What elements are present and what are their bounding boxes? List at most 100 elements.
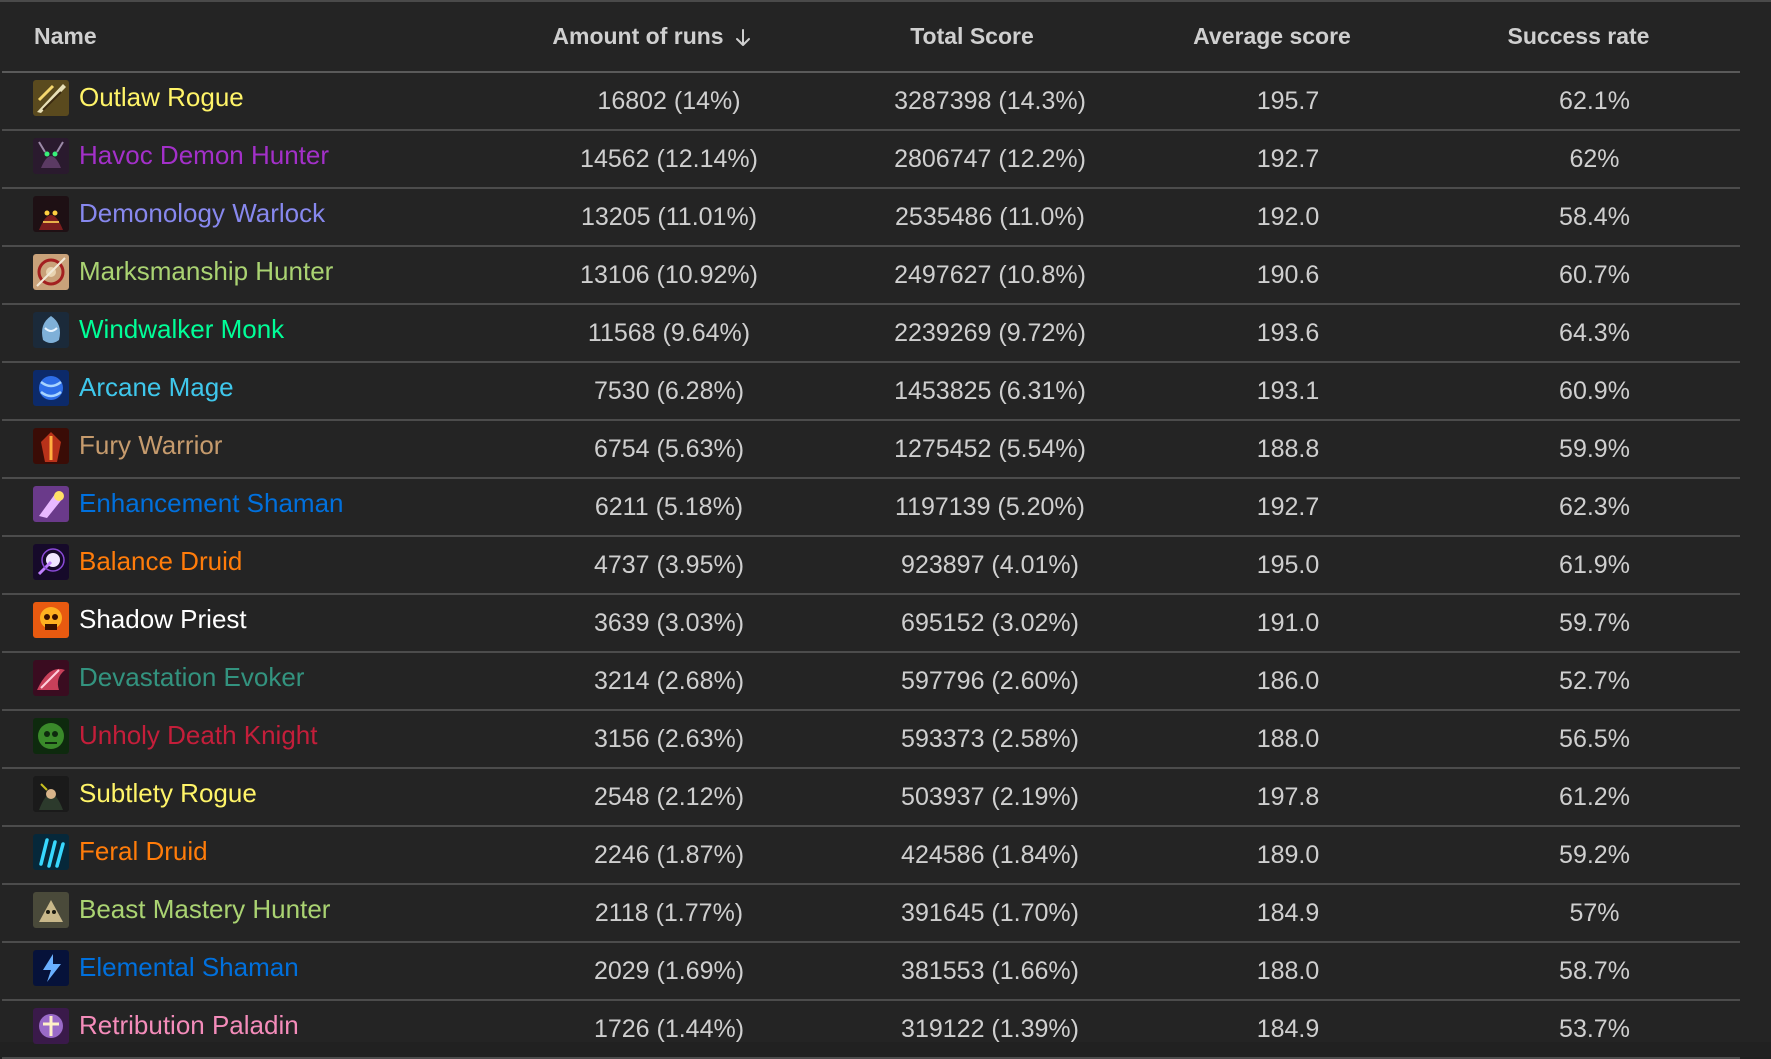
average-score-cell: 186.0	[1127, 652, 1417, 711]
shadow-priest-icon	[33, 601, 69, 638]
spec-name-cell: Devastation Evoker	[2, 652, 487, 711]
spec-name: Retribution Paladin	[79, 1010, 299, 1040]
spec-link[interactable]: Windwalker Monk	[33, 311, 285, 348]
runs-cell: 3214 (2.68%)	[487, 652, 817, 711]
column-header-success-rate-label: Success rate	[1507, 23, 1650, 49]
spec-name-cell: Beast Mastery Hunter	[2, 884, 487, 943]
elemental-shaman-icon	[33, 949, 69, 986]
total-score-cell: 2497627 (10.8%)	[817, 246, 1127, 305]
beast-mastery-hunter-icon	[33, 891, 69, 928]
spec-link[interactable]: Marksmanship Hunter	[33, 253, 334, 290]
header-row: Name Amount of runs Total Score Average …	[2, 2, 1740, 73]
spec-link[interactable]: Enhancement Shaman	[33, 485, 344, 522]
runs-cell: 6754 (5.63%)	[487, 420, 817, 479]
column-header-total-score[interactable]: Total Score	[817, 2, 1127, 73]
balance-druid-icon	[33, 543, 69, 580]
runs-cell: 6211 (5.18%)	[487, 478, 817, 537]
spec-link[interactable]: Fury Warrior	[33, 427, 223, 464]
spec-name-cell: Arcane Mage	[2, 362, 487, 421]
spec-name: Arcane Mage	[79, 372, 234, 402]
total-score-cell: 1453825 (6.31%)	[817, 362, 1127, 421]
table-row[interactable]: Devastation Evoker 3214 (2.68%) 597796 (2.…	[2, 652, 1740, 711]
unholy-death-knight-icon	[33, 717, 69, 754]
spec-link[interactable]: Elemental Shaman	[33, 949, 299, 986]
table-row[interactable]: Shadow Priest 3639 (3.03%) 695152 (3.02%) 1…	[2, 594, 1740, 653]
column-header-name[interactable]: Name	[2, 2, 487, 73]
spec-name: Fury Warrior	[79, 430, 223, 460]
table-row[interactable]: Windwalker Monk 11568 (9.64%) 2239269 (9.7…	[2, 304, 1740, 363]
spec-link[interactable]: Retribution Paladin	[33, 1007, 299, 1044]
table-row[interactable]: Unholy Death Knight 3156 (2.63%) 593373 (2…	[2, 710, 1740, 769]
runs-cell: 2548 (2.12%)	[487, 768, 817, 827]
success-rate-cell: 59.7%	[1417, 594, 1740, 653]
spec-name: Marksmanship Hunter	[79, 256, 334, 286]
spec-name-cell: Shadow Priest	[2, 594, 487, 653]
table-row[interactable]: Elemental Shaman 2029 (1.69%) 381553 (1.66…	[2, 942, 1740, 1001]
spec-link[interactable]: Havoc Demon Hunter	[33, 137, 329, 174]
spec-name: Beast Mastery Hunter	[79, 894, 331, 924]
spec-link[interactable]: Subtlety Rogue	[33, 775, 257, 812]
success-rate-cell: 62.3%	[1417, 478, 1740, 537]
average-score-cell: 193.1	[1127, 362, 1417, 421]
total-score-cell: 503937 (2.19%)	[817, 768, 1127, 827]
total-score-cell: 3287398 (14.3%)	[817, 72, 1127, 131]
spec-name: Windwalker Monk	[79, 314, 285, 344]
spec-link[interactable]: Outlaw Rogue	[33, 79, 244, 116]
marksmanship-hunter-icon	[33, 253, 69, 290]
total-score-cell: 1275452 (5.54%)	[817, 420, 1127, 479]
spec-link[interactable]: Shadow Priest	[33, 601, 247, 638]
total-score-cell: 695152 (3.02%)	[817, 594, 1127, 653]
spec-link[interactable]: Balance Druid	[33, 543, 242, 580]
success-rate-cell: 62.1%	[1417, 72, 1740, 131]
column-header-average-score[interactable]: Average score	[1127, 2, 1417, 73]
spec-link[interactable]: Arcane Mage	[33, 369, 234, 406]
spec-link[interactable]: Beast Mastery Hunter	[33, 891, 331, 928]
success-rate-cell: 58.4%	[1417, 188, 1740, 247]
total-score-cell: 2535486 (11.0%)	[817, 188, 1127, 247]
spec-name-cell: Outlaw Rogue	[2, 72, 487, 131]
column-header-runs[interactable]: Amount of runs	[487, 2, 817, 73]
spec-name-cell: Unholy Death Knight	[2, 710, 487, 769]
arcane-mage-icon	[33, 369, 69, 406]
success-rate-cell: 60.7%	[1417, 246, 1740, 305]
runs-cell: 11568 (9.64%)	[487, 304, 817, 363]
column-header-success-rate[interactable]: Success rate	[1417, 2, 1740, 73]
table-row[interactable]: Feral Druid 2246 (1.87%) 424586 (1.84%) 189…	[2, 826, 1740, 885]
table-row[interactable]: Subtlety Rogue 2548 (2.12%) 503937 (2.19%)…	[2, 768, 1740, 827]
spec-name-cell: Marksmanship Hunter	[2, 246, 487, 305]
table-row[interactable]: Retribution Paladin 1726 (1.44%) 319122 (1…	[2, 1000, 1740, 1059]
runs-cell: 4737 (3.95%)	[487, 536, 817, 595]
runs-cell: 7530 (6.28%)	[487, 362, 817, 421]
column-header-runs-label: Amount of runs	[552, 23, 724, 49]
spec-link[interactable]: Feral Druid	[33, 833, 208, 870]
success-rate-cell: 52.7%	[1417, 652, 1740, 711]
spec-name: Devastation Evoker	[79, 662, 305, 692]
spec-name-cell: Demonology Warlock	[2, 188, 487, 247]
success-rate-cell: 56.5%	[1417, 710, 1740, 769]
spec-link[interactable]: Devastation Evoker	[33, 659, 305, 696]
table-row[interactable]: Balance Druid 4737 (3.95%) 923897 (4.01%) 1…	[2, 536, 1740, 595]
table-row[interactable]: Arcane Mage 7530 (6.28%) 1453825 (6.31%) 19…	[2, 362, 1740, 421]
spec-link[interactable]: Demonology Warlock	[33, 195, 325, 232]
total-score-cell: 319122 (1.39%)	[817, 1000, 1127, 1059]
total-score-cell: 381553 (1.66%)	[817, 942, 1127, 1001]
runs-cell: 1726 (1.44%)	[487, 1000, 817, 1059]
table-row[interactable]: Beast Mastery Hunter 2118 (1.77%) 391645 (…	[2, 884, 1740, 943]
table-row[interactable]: Demonology Warlock 13205 (11.01%) 2535486 …	[2, 188, 1740, 247]
spec-name: Subtlety Rogue	[79, 778, 257, 808]
devastation-evoker-icon	[33, 659, 69, 696]
table-row[interactable]: Fury Warrior 6754 (5.63%) 1275452 (5.54%) 1…	[2, 420, 1740, 479]
runs-cell: 2246 (1.87%)	[487, 826, 817, 885]
table-row[interactable]: Outlaw Rogue 16802 (14%) 3287398 (14.3%) 19…	[2, 72, 1740, 131]
table-row[interactable]: Enhancement Shaman 6211 (5.18%) 1197139 (5…	[2, 478, 1740, 537]
spec-link[interactable]: Unholy Death Knight	[33, 717, 317, 754]
total-score-cell: 391645 (1.70%)	[817, 884, 1127, 943]
success-rate-cell: 60.9%	[1417, 362, 1740, 421]
table-row[interactable]: Havoc Demon Hunter 14562 (12.14%) 2806747 …	[2, 130, 1740, 189]
average-score-cell: 192.7	[1127, 130, 1417, 189]
success-rate-cell: 61.2%	[1417, 768, 1740, 827]
runs-cell: 3156 (2.63%)	[487, 710, 817, 769]
total-score-cell: 597796 (2.60%)	[817, 652, 1127, 711]
table-row[interactable]: Marksmanship Hunter 13106 (10.92%) 2497627…	[2, 246, 1740, 305]
subtlety-rogue-icon	[33, 775, 69, 812]
